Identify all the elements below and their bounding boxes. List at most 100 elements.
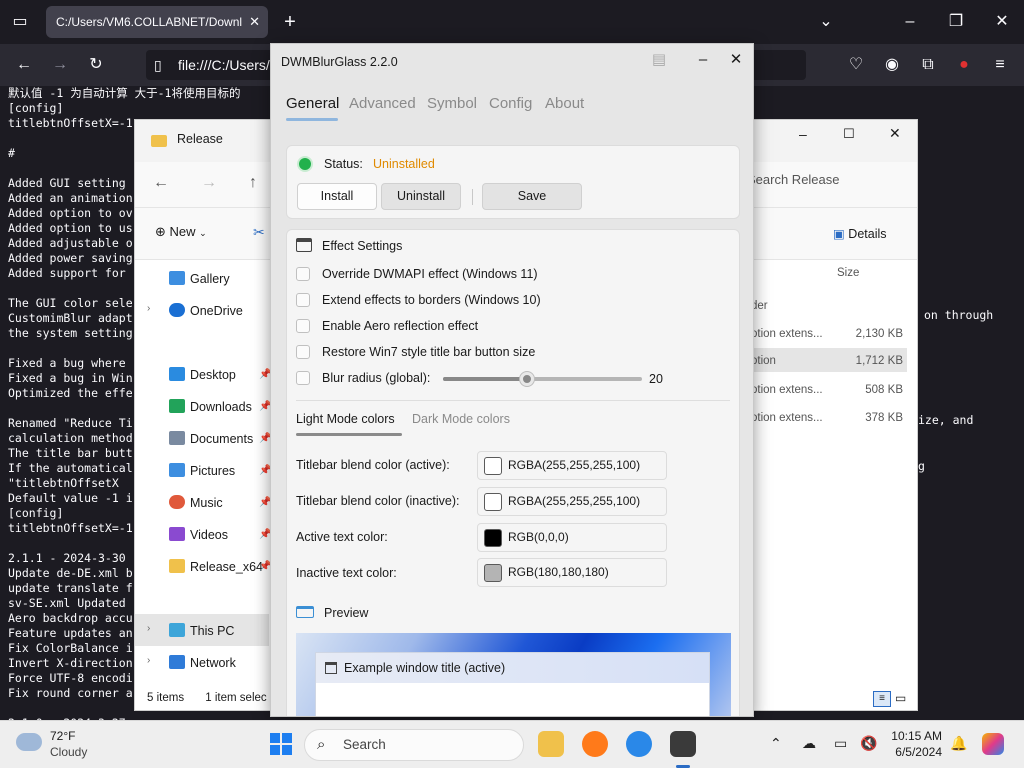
sidebar-item-documents[interactable]: Documents (169, 431, 253, 446)
sidebar-item-this-pc[interactable]: This PC (169, 623, 234, 638)
option-override-dwmapi[interactable]: Override DWMAPI effect (Windows 11) (296, 267, 538, 281)
close-icon[interactable]: ✕ (889, 125, 901, 142)
tab-advanced[interactable]: Advanced (349, 95, 416, 112)
maximize-icon[interactable]: ☐ (843, 126, 855, 142)
ublock-icon[interactable]: ● (950, 51, 978, 79)
install-button[interactable]: Install (297, 183, 377, 210)
tab-light-mode-colors[interactable]: Light Mode colors (296, 412, 395, 426)
option-aero-reflection[interactable]: Enable Aero reflection effect (296, 319, 478, 333)
menu-icon[interactable]: ≡ (986, 51, 1014, 79)
sidebar-item-gallery[interactable]: Gallery (169, 271, 230, 286)
sidebar-item-onedrive[interactable]: OneDrive (169, 303, 243, 318)
new-label: New (169, 224, 196, 239)
new-button[interactable]: ⊕ New ⌄ (155, 224, 207, 240)
tab-dark-mode-colors[interactable]: Dark Mode colors (412, 412, 510, 426)
taskbar-search[interactable]: ⌕ Search (304, 729, 524, 761)
effect-settings-heading: Effect Settings (296, 238, 402, 253)
chevron-up-icon[interactable]: ⌃ (770, 735, 782, 752)
checkbox[interactable] (296, 371, 310, 385)
close-window-icon[interactable]: ✕ (988, 8, 1016, 36)
color-picker-inactive-titlebar[interactable]: RGBA(255,255,255,100) (477, 487, 667, 516)
details-button[interactable]: ▣ Details (833, 226, 887, 241)
clock-time[interactable]: 10:15 AM (890, 729, 942, 743)
dwmblurglass-app-icon[interactable] (670, 731, 696, 757)
cut-icon[interactable]: ✂ (253, 224, 265, 241)
taskbar: 72°F Cloudy ⌕ Search ⌃ ☁ ▭ 🔇 10:15 AM 6/… (0, 720, 1024, 768)
minimize-icon[interactable]: – (799, 126, 807, 142)
blur-radius-slider-thumb[interactable] (520, 372, 534, 386)
weather-condition[interactable]: Cloudy (50, 745, 87, 759)
tab-about[interactable]: About (545, 95, 584, 112)
sidebar-item-network[interactable]: Network (169, 655, 236, 670)
file-name[interactable]: otion extens... (751, 412, 823, 424)
back-icon[interactable]: ← (153, 174, 169, 192)
volume-mute-icon[interactable]: 🔇 (860, 735, 877, 752)
sidebar-item-videos[interactable]: Videos (169, 527, 228, 542)
forward-icon[interactable]: → (201, 174, 217, 192)
file-name[interactable]: otion extens... (751, 384, 823, 396)
notification-bell-icon[interactable]: 🔔 (950, 735, 967, 752)
chevron-right-icon[interactable]: › (147, 655, 150, 666)
option-extend-borders[interactable]: Extend effects to borders (Windows 10) (296, 293, 541, 307)
reload-icon[interactable]: ↻ (82, 51, 110, 79)
firefox-icon[interactable] (582, 731, 608, 757)
checkbox[interactable] (296, 293, 310, 307)
option-label: Extend effects to borders (Windows 10) (322, 293, 541, 307)
minimize-icon[interactable]: – (896, 8, 924, 36)
minimize-icon[interactable]: – (687, 48, 719, 72)
tab-config[interactable]: Config (489, 95, 532, 112)
up-icon[interactable]: ↑ (249, 174, 257, 192)
uninstall-button[interactable]: Uninstall (381, 183, 461, 210)
file-name[interactable]: otion (751, 355, 776, 367)
sidebar-item-downloads[interactable]: Downloads (169, 399, 252, 414)
file-name[interactable]: otion extens... (751, 328, 823, 340)
color-picker-active-text[interactable]: RGB(0,0,0) (477, 523, 667, 552)
checkbox[interactable] (296, 345, 310, 359)
color-picker-inactive-text[interactable]: RGB(180,180,180) (477, 558, 667, 587)
pocket-icon[interactable]: ♡ (842, 51, 870, 79)
close-icon[interactable]: ✕ (720, 48, 752, 72)
chevron-right-icon[interactable]: › (147, 303, 150, 314)
tab-symbol[interactable]: Symbol (427, 95, 477, 112)
browser-tab[interactable]: C:/Users/VM6.COLLABNET/Downl ✕ (46, 6, 268, 38)
tiles-view-icon[interactable]: ▭ (895, 691, 906, 705)
checkbox[interactable] (296, 319, 310, 333)
copilot-icon[interactable] (982, 733, 1004, 755)
status-indicator-icon (299, 158, 311, 170)
display-icon[interactable]: ▭ (834, 735, 847, 752)
sidebar-item-desktop[interactable]: Desktop (169, 367, 236, 382)
clock-date[interactable]: 6/5/2024 (890, 745, 942, 759)
tab-list-icon[interactable]: ▭ (6, 8, 34, 36)
back-icon[interactable]: ← (10, 51, 38, 79)
save-button[interactable]: Save (482, 183, 582, 210)
close-tab-icon[interactable]: ✕ (249, 6, 260, 38)
blur-radius-slider-fill (443, 377, 527, 381)
chrome-icon[interactable] (626, 731, 652, 757)
weather-temperature[interactable]: 72°F (50, 729, 75, 743)
size-column-header[interactable]: Size (837, 267, 859, 279)
details-view-icon[interactable]: ≡ (873, 691, 891, 707)
tab-general[interactable]: General (286, 95, 339, 112)
new-tab-icon[interactable]: + (276, 8, 304, 36)
sidebar-item-pictures[interactable]: Pictures (169, 463, 235, 478)
option-win7-button-size[interactable]: Restore Win7 style title bar button size (296, 345, 535, 359)
account-icon[interactable]: ◉ (878, 51, 906, 79)
file-explorer-icon[interactable] (538, 731, 564, 757)
extensions-icon[interactable]: ⧉ (914, 51, 942, 79)
sidebar-item-release-x64[interactable]: Release_x64 (169, 559, 263, 574)
color-picker-active-titlebar[interactable]: RGBA(255,255,255,100) (477, 451, 667, 480)
window-icon (296, 238, 312, 252)
restore-icon[interactable]: ▤ (643, 48, 675, 72)
sidebar-item-music[interactable]: Music (169, 495, 223, 510)
explorer-search-box[interactable]: Search Release (747, 172, 840, 187)
cloud-sync-icon[interactable]: ☁ (802, 735, 816, 752)
restore-icon[interactable]: ❐ (942, 8, 970, 36)
color-label: Inactive text color: (296, 566, 397, 580)
forward-icon[interactable]: → (46, 51, 74, 79)
checkbox[interactable] (296, 267, 310, 281)
start-icon[interactable] (270, 733, 292, 755)
chevron-right-icon[interactable]: › (147, 623, 150, 634)
chevron-down-icon[interactable]: ⌄ (812, 8, 840, 36)
cloud-icon[interactable] (16, 733, 42, 751)
color-label: Titlebar blend color (active): (296, 458, 450, 472)
